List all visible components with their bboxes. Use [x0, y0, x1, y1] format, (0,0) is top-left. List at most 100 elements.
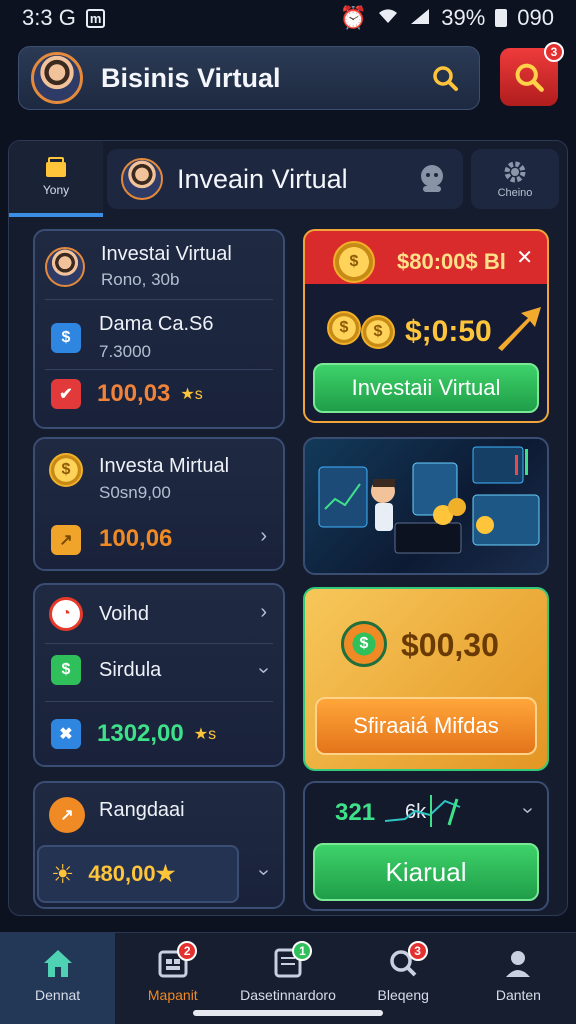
status-bar: 3:3 G m ⏰ 39% 090: [0, 0, 576, 36]
amount-value: 100,03: [97, 380, 171, 407]
list-item[interactable]: ✖ 1302,00 ★s: [51, 719, 216, 749]
chevron-right-icon[interactable]: ›: [260, 601, 267, 624]
nav-label: Dennat: [35, 987, 81, 1003]
nav-label: Mapanit: [147, 987, 198, 1003]
main-panel: Yony Inveain Virtual Cheino Investai Vir…: [8, 140, 568, 916]
tab-bar: Yony Inveain Virtual Cheino: [9, 141, 569, 217]
tab-settings[interactable]: Cheino: [471, 149, 559, 209]
search-button[interactable]: [425, 58, 465, 98]
market-card: 321 6k › Kiarual: [303, 781, 549, 911]
divider: [45, 643, 273, 644]
search-alert-button[interactable]: 3: [500, 42, 564, 106]
investment-card[interactable]: $ Investa Mirtual S0sn9,00 ↗ 100,06 ›: [33, 437, 285, 571]
nav-item-home[interactable]: Dennat: [0, 933, 116, 1024]
bank-icon: $: [51, 322, 81, 353]
tab-invest[interactable]: Inveain Virtual: [107, 149, 463, 209]
pie-chart-icon: ◔: [49, 597, 83, 631]
alarm-icon: ⏰: [339, 5, 368, 30]
claim-button[interactable]: Sfiraaiá Mifdas: [315, 697, 537, 755]
app-header: Bisinis Virtual: [18, 46, 480, 110]
nav-label: Bleqeng: [377, 987, 429, 1003]
coin-icon: $: [361, 315, 395, 349]
nav-badge: 3: [407, 941, 428, 961]
user-icon: [506, 951, 531, 977]
amount-field[interactable]: ☀ 480,00★: [37, 845, 239, 903]
sparkline-icon: [385, 795, 461, 827]
divider: [45, 299, 273, 300]
list-item-label: Sirdula: [99, 658, 162, 681]
tab-settings-label: Cheino: [497, 187, 533, 199]
list-item[interactable]: ◔ Voihd: [49, 597, 269, 631]
promo-card: $ $80:00$ Bl ✕ $ $ $;0:50 Investaii Virt…: [303, 229, 549, 423]
promo-amount: $;0:50: [405, 315, 492, 348]
list-item[interactable]: $ Sirdula: [51, 655, 161, 685]
coin-icon: $: [333, 241, 375, 283]
arrow-up-icon: [498, 307, 541, 351]
user-icon[interactable]: [415, 162, 449, 196]
market-value: 321: [335, 799, 376, 826]
chevron-down-icon[interactable]: ›: [252, 667, 275, 674]
notification-badge: 3: [544, 42, 564, 62]
coin-icon: $: [49, 453, 83, 487]
list-item-sub: Rono, 30b: [101, 270, 180, 289]
check-icon: ✔: [51, 379, 81, 409]
amount-suffix: ★s: [180, 386, 203, 403]
card-label: Investa Mirtual: [99, 455, 230, 477]
search-icon: [515, 63, 544, 92]
avatar: [121, 158, 163, 200]
battery-text: 39%: [441, 5, 486, 30]
list-item-label: Dama Ca.S6: [99, 313, 214, 335]
list-item[interactable]: $ Dama Ca.S6 7.3000: [51, 313, 214, 362]
coin-icon: $: [327, 311, 361, 345]
bonus-amount: $00,30: [401, 627, 499, 663]
signal-icon: [409, 5, 431, 31]
list-item[interactable]: Investai Virtual Rono, 30b: [45, 243, 232, 290]
list-item-label: Voihd: [99, 602, 150, 625]
wallet-icon: [46, 157, 66, 177]
exchange-icon: $: [51, 655, 81, 685]
transfer-icon: ✖: [51, 719, 81, 749]
nav-item-profile[interactable]: Danten: [461, 933, 576, 1024]
coin-icon: $: [341, 621, 387, 667]
amount-value: 480,00★: [88, 861, 176, 886]
status-time: 3:3 G: [22, 5, 76, 30]
savings-card: ↗ Rangdaai ☀ 480,00★ ›: [33, 781, 285, 909]
sun-icon: ☀: [51, 858, 75, 889]
nav-label: Danten: [495, 987, 541, 1003]
actions-list-card: ◔ Voihd › $ Sirdula › ✖ 1302,00 ★s: [33, 583, 285, 767]
nav-badge: 2: [177, 941, 198, 961]
nav-label: Dasetinnardoro: [240, 987, 336, 1003]
status-right-value: 090: [517, 5, 554, 30]
trader-illustration: [318, 446, 540, 554]
target-icon: ↗: [49, 797, 85, 833]
wifi-icon: [377, 5, 399, 31]
home-indicator[interactable]: [193, 1010, 383, 1016]
notification-icon: m: [85, 8, 106, 28]
nav-badge: 1: [292, 941, 313, 961]
invest-button[interactable]: Investaii Virtual: [313, 363, 539, 413]
search-icon: [433, 66, 458, 91]
tab-home[interactable]: Yony: [9, 141, 103, 217]
list-item-sub: 7.3000: [99, 342, 151, 361]
list-item[interactable]: ✔ 100,03 ★s: [51, 379, 203, 409]
promo-price: $80:00$ Bl: [397, 249, 506, 274]
investment-summary-card: Investai Virtual Rono, 30b $ Dama Ca.S6 …: [33, 229, 285, 429]
chevron-right-icon[interactable]: ›: [260, 525, 267, 548]
gear-icon: [504, 161, 526, 183]
amount-suffix: ★s: [193, 726, 217, 743]
divider: [45, 369, 273, 370]
chart-icon: ↗: [51, 525, 81, 555]
amount-value: 1302,00: [97, 720, 184, 747]
avatar: [45, 246, 85, 287]
divider: [45, 701, 273, 702]
battery-icon: [495, 9, 508, 27]
virtual-button[interactable]: Kiarual: [313, 843, 539, 901]
close-icon[interactable]: ✕: [516, 245, 533, 270]
avatar[interactable]: [31, 52, 83, 104]
chevron-down-icon[interactable]: ›: [252, 869, 275, 876]
amount-value: 100,06: [99, 525, 173, 552]
bonus-card: $ $00,30 Sfiraaiá Mifdas: [303, 587, 549, 771]
list-item-label: Investai Virtual: [101, 243, 232, 265]
tab-invest-label: Inveain Virtual: [177, 163, 348, 194]
chevron-down-icon[interactable]: ›: [516, 807, 539, 814]
